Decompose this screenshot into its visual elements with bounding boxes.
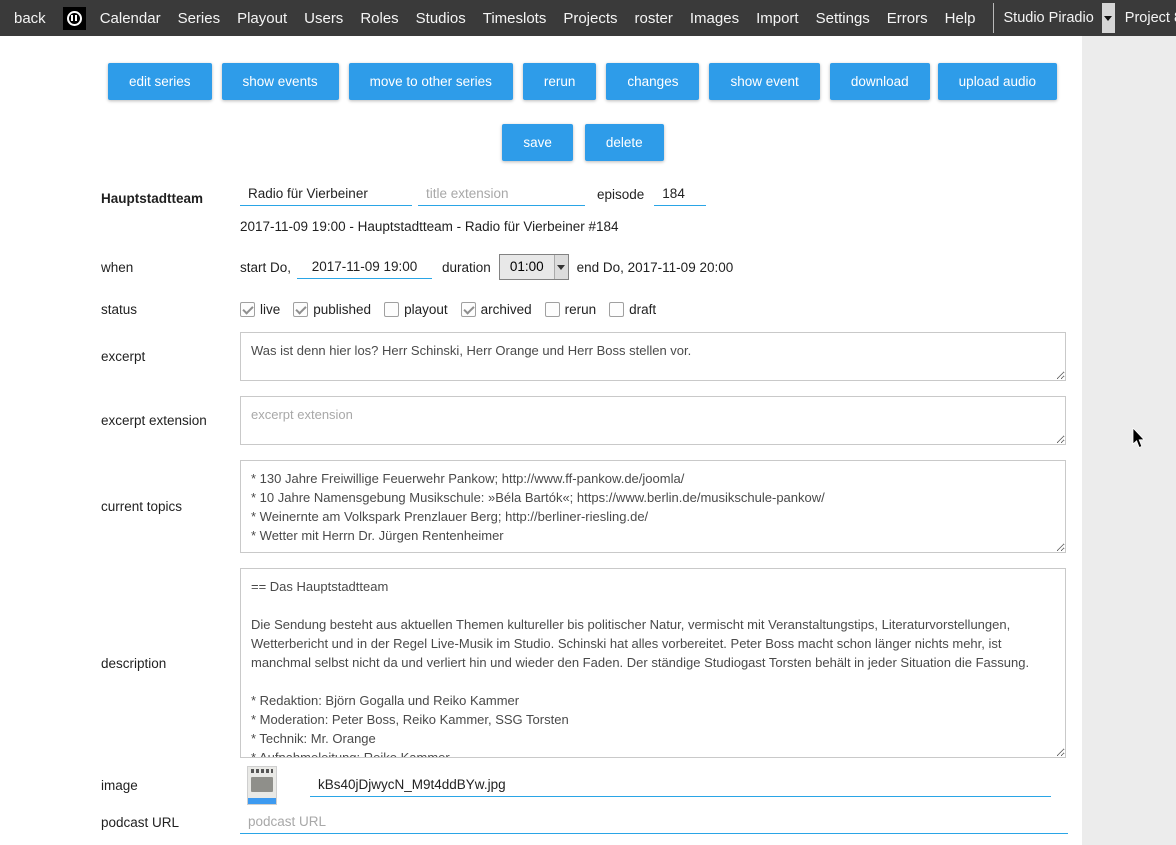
nav-calendar[interactable]: Calendar — [100, 10, 161, 27]
mouse-cursor-icon — [1132, 428, 1146, 449]
nav-import[interactable]: Import — [756, 10, 799, 27]
series-name-label: Hauptstadtteam — [101, 191, 240, 206]
current-topics-textarea[interactable]: * 130 Jahre Freiwillige Feuerwehr Pankow… — [240, 460, 1066, 553]
current-topics-label: current topics — [101, 499, 240, 514]
show-events-button[interactable]: show events — [222, 63, 339, 100]
checkbox-icon — [545, 302, 560, 317]
duration-select-value: 01:00 — [500, 255, 554, 279]
nav-help[interactable]: Help — [945, 10, 976, 27]
podcast-url-input[interactable] — [240, 811, 1068, 834]
checkbox-icon — [384, 302, 399, 317]
rerun-button[interactable]: rerun — [523, 63, 597, 100]
nav-series[interactable]: Series — [178, 10, 221, 27]
nav-projects[interactable]: Projects — [563, 10, 617, 27]
start-datetime-input[interactable] — [297, 256, 432, 279]
when-row: when start Do, duration 01:00 end Do, 20… — [101, 254, 1082, 280]
checkbox-icon — [461, 302, 476, 317]
title-row: Hauptstadtteam episode — [101, 183, 1082, 206]
podcast-url-row: podcast URL — [101, 811, 1082, 834]
status-label: status — [101, 302, 240, 317]
toolbar-row-2: save delete — [42, 124, 1082, 161]
image-row: image — [101, 767, 1082, 804]
excerpt-extension-textarea[interactable] — [240, 396, 1066, 445]
download-button[interactable]: download — [830, 63, 930, 100]
status-checkbox-published[interactable]: published — [293, 302, 371, 317]
checkbox-label: archived — [481, 302, 532, 317]
excerpt-textarea[interactable]: Was ist denn hier los? Herr Schinski, He… — [240, 332, 1066, 381]
status-checkbox-live[interactable]: live — [240, 302, 280, 317]
nav-studios[interactable]: Studios — [416, 10, 466, 27]
duration-label: duration — [442, 260, 491, 275]
nav-errors[interactable]: Errors — [887, 10, 928, 27]
nav-timeslots[interactable]: Timeslots — [483, 10, 547, 27]
nav-users[interactable]: Users — [304, 10, 343, 27]
studio-select-value: Studio Piradio — [1004, 10, 1094, 26]
podcast-url-label: podcast URL — [101, 815, 240, 830]
end-datetime-text: end Do, 2017-11-09 20:00 — [577, 260, 734, 275]
checkbox-label: draft — [629, 302, 656, 317]
checkbox-icon — [609, 302, 624, 317]
piradio-logo-icon[interactable] — [63, 7, 86, 30]
status-checkbox-draft[interactable]: draft — [609, 302, 656, 317]
event-form: Hauptstadtteam episode 2017-11-09 19:00 … — [0, 183, 1082, 845]
excerpt-label: excerpt — [101, 349, 240, 364]
status-checkbox-rerun[interactable]: rerun — [545, 302, 597, 317]
content-area: edit series show events move to other se… — [0, 36, 1082, 845]
checkbox-label: live — [260, 302, 280, 317]
start-prefix: start Do, — [240, 260, 291, 275]
excerpt-extension-row: excerpt extension — [101, 396, 1082, 445]
episode-label: episode — [597, 187, 644, 202]
nav-roster[interactable]: roster — [635, 10, 673, 27]
checkbox-icon — [293, 302, 308, 317]
changes-button[interactable]: changes — [606, 63, 699, 100]
nav-back[interactable]: back — [14, 10, 46, 27]
status-checkbox-playout[interactable]: playout — [384, 302, 448, 317]
image-filename-input[interactable] — [310, 774, 1051, 797]
duration-select[interactable]: 01:00 — [499, 254, 569, 280]
checkbox-icon — [240, 302, 255, 317]
delete-button[interactable]: delete — [585, 124, 664, 161]
when-label: when — [101, 260, 240, 275]
edit-series-button[interactable]: edit series — [108, 63, 212, 100]
status-row: status live published playout archived r… — [101, 302, 1082, 317]
description-textarea[interactable]: == Das Hauptstadtteam Die Sendung besteh… — [240, 568, 1066, 758]
checkbox-label: published — [313, 302, 371, 317]
image-label: image — [101, 778, 240, 793]
title-input[interactable] — [240, 183, 412, 206]
checkbox-label: playout — [404, 302, 448, 317]
top-nav: back Calendar Series Playout Users Roles… — [0, 0, 1176, 36]
title-extension-input[interactable] — [418, 183, 585, 206]
upload-audio-button[interactable]: upload audio — [938, 63, 1057, 100]
studio-select[interactable]: Studio Piradio — [993, 3, 1115, 33]
description-label: description — [101, 656, 240, 671]
status-checkbox-archived[interactable]: archived — [461, 302, 532, 317]
nav-playout[interactable]: Playout — [237, 10, 287, 27]
event-summary: 2017-11-09 19:00 - Hauptstadtteam - Radi… — [240, 219, 1082, 234]
description-row: description == Das Hauptstadtteam Die Se… — [101, 568, 1082, 758]
toolbar-row-1: edit series show events move to other se… — [0, 36, 1082, 100]
save-button[interactable]: save — [502, 124, 573, 161]
excerpt-row: excerpt Was ist denn hier los? Herr Schi… — [101, 332, 1082, 381]
show-event-button[interactable]: show event — [709, 63, 819, 100]
chevron-down-icon — [1102, 3, 1115, 33]
current-topics-row: current topics * 130 Jahre Freiwillige F… — [101, 460, 1082, 553]
project-select-value: Project 88vier — [1125, 10, 1176, 26]
episode-input[interactable] — [654, 183, 706, 206]
checkbox-label: rerun — [565, 302, 597, 317]
nav-images[interactable]: Images — [690, 10, 739, 27]
image-thumbnail[interactable] — [248, 767, 276, 804]
chevron-down-icon — [554, 255, 568, 279]
move-to-other-series-button[interactable]: move to other series — [349, 63, 513, 100]
excerpt-extension-label: excerpt extension — [101, 413, 240, 428]
project-select[interactable]: Project 88vier — [1123, 3, 1176, 33]
nav-roles[interactable]: Roles — [360, 10, 398, 27]
nav-settings[interactable]: Settings — [816, 10, 870, 27]
